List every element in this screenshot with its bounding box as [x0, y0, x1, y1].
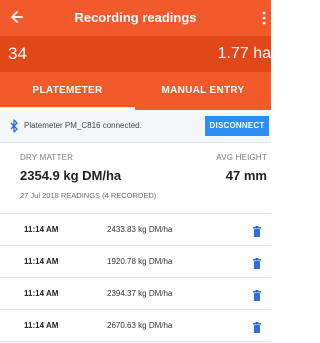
trash-icon[interactable] — [253, 320, 261, 333]
reading-time: 11:14 AM — [24, 225, 59, 234]
paddock-stats-bar: 34 1.77 ha — [0, 36, 271, 72]
connection-status-text: Platemeter PM_C816 connected. — [24, 121, 142, 130]
disconnect-button[interactable]: DISCONNECT — [205, 116, 269, 136]
bluetooth-icon — [9, 119, 19, 133]
more-vertical-icon[interactable] — [261, 9, 269, 27]
dry-matter-value: 2354.9 kg DM/ha — [20, 168, 122, 183]
tab-manual-entry[interactable]: MANUAL ENTRY — [135, 72, 271, 110]
reading-value: 2394.37 kg DM/ha — [107, 289, 173, 298]
readings-meta: 27 Jul 2018 READINGS (4 RECORDED) — [20, 191, 157, 200]
readings-list: 11:14 AM 2433.83 kg DM/ha 11:14 AM 1920.… — [0, 214, 271, 342]
avg-height-value: 47 mm — [225, 168, 267, 183]
page-title: Recording readings — [74, 10, 197, 25]
trash-icon[interactable] — [253, 256, 261, 269]
paddock-id: 34 — [8, 44, 27, 63]
list-item: 11:14 AM 2394.37 kg DM/ha — [0, 278, 271, 310]
reading-time: 11:14 AM — [24, 289, 59, 298]
readings-summary: DRY MATTER AVG HEIGHT 2354.9 kg DM/ha 47… — [0, 143, 271, 214]
trash-icon[interactable] — [253, 224, 261, 237]
avg-height-label: AVG HEIGHT — [216, 153, 267, 162]
reading-time: 11:14 AM — [24, 257, 59, 266]
reading-value: 2433.83 kg DM/ha — [107, 225, 173, 234]
reading-time: 11:14 AM — [24, 321, 59, 330]
list-item: 11:14 AM 2433.83 kg DM/ha — [0, 214, 271, 246]
reading-value: 1920.78 kg DM/ha — [107, 257, 173, 266]
list-item: 11:14 AM 1920.78 kg DM/ha — [0, 246, 271, 278]
dry-matter-label: DRY MATTER — [20, 153, 74, 162]
app-bar: Recording readings — [0, 0, 271, 36]
trash-icon[interactable] — [253, 288, 261, 301]
paddock-area: 1.77 ha — [217, 45, 271, 62]
connection-bar: Platemeter PM_C816 connected. DISCONNECT — [0, 110, 271, 143]
tab-bar: PLATEMETER MANUAL ENTRY — [0, 72, 271, 110]
tab-platemeter[interactable]: PLATEMETER — [0, 72, 135, 110]
list-item: 11:14 AM 2670.63 kg DM/ha — [0, 310, 271, 342]
reading-value: 2670.63 kg DM/ha — [107, 321, 173, 330]
